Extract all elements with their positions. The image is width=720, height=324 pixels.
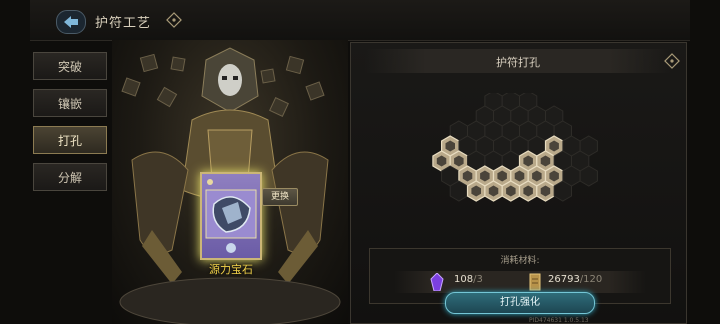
tab-decompose[interactable]: 分解 [33, 163, 107, 191]
panel-help-icon[interactable] [664, 53, 680, 69]
panel-header: 护符打孔 [365, 49, 671, 73]
empty-slot[interactable] [449, 180, 468, 202]
punch-panel: 护符打孔 消耗材料: 108/3 26793/120 打孔强化 PID47463… [350, 42, 687, 324]
material-1-need: /3 [473, 274, 483, 285]
material-2-have: 26793 [548, 274, 580, 285]
cost-label: 消耗材料: [500, 256, 540, 266]
build-id: PID474631 1.0.5.13 [529, 317, 589, 324]
socket-hex-grid[interactable] [351, 93, 688, 233]
material-1-have: 108 [454, 274, 474, 285]
material-2-need: /120 [579, 274, 603, 285]
source-gem-icon [205, 179, 257, 253]
empty-slot[interactable] [579, 165, 598, 187]
scroll-icon [529, 273, 541, 291]
page-title: 护符工艺 [95, 16, 152, 31]
back-button[interactable] [56, 10, 86, 34]
help-icon[interactable] [166, 12, 182, 28]
tab-inlay[interactable]: 镶嵌 [33, 89, 107, 117]
empty-slot[interactable] [553, 180, 572, 202]
sidebar: 突破 镶嵌 打孔 分解 [33, 52, 109, 200]
punch-upgrade-button[interactable]: 打孔强化 [445, 292, 595, 314]
back-arrow-icon [64, 16, 78, 28]
tab-punch[interactable]: 打孔 [33, 126, 107, 154]
gem-card[interactable] [200, 172, 262, 260]
swap-button[interactable]: 更换 [262, 188, 298, 206]
tab-breakthrough[interactable]: 突破 [33, 52, 107, 80]
purple-crystal-icon [430, 273, 444, 291]
panel-title: 护符打孔 [496, 56, 540, 69]
cost-bar: 108/3 26793/120 [394, 271, 646, 293]
material-2: 26793/120 [548, 274, 602, 285]
gem-name: 源力宝石 [209, 263, 253, 276]
material-1: 108/3 [454, 274, 483, 285]
